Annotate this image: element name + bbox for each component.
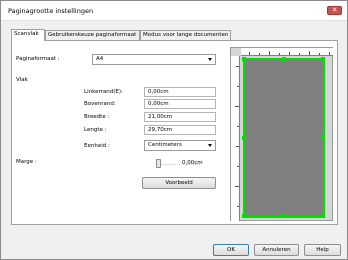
help-button[interactable]: Help [304, 244, 341, 256]
resize-handle[interactable] [282, 57, 286, 61]
resize-handle[interactable] [242, 136, 246, 140]
margin-label: Marge : [16, 159, 37, 165]
close-button[interactable]: ✕ [327, 6, 342, 15]
width-label: Breedte : [84, 114, 110, 120]
ok-button[interactable]: OK [213, 244, 249, 256]
resize-handle[interactable] [242, 57, 246, 61]
left-margin-field[interactable]: 0,00cm [144, 87, 216, 97]
tab-scan-area[interactable]: Scanvlak [11, 29, 45, 41]
area-group-label: Vlak [16, 77, 28, 83]
resize-handle[interactable] [242, 214, 246, 218]
length-field[interactable]: 29,70cm [144, 125, 216, 135]
scan-preview [230, 47, 333, 221]
margin-value: 0,00cm [182, 160, 203, 166]
top-margin-field[interactable]: 0,00cm [144, 99, 216, 109]
title-bar[interactable]: Paginagrootte instellingen ✕ [1, 1, 347, 21]
unit-select[interactable]: Centimeters [144, 140, 216, 151]
resize-handle[interactable] [321, 57, 325, 61]
tab-custom-paper-size[interactable]: Gebruikerskeuze paginaformaat [45, 30, 140, 40]
tab-long-document-mode[interactable]: Modus voor lange documenten [140, 30, 231, 40]
resize-handle[interactable] [321, 214, 325, 218]
length-label: Lengte : [84, 127, 107, 133]
dialog-title: Paginagrootte instellingen [8, 7, 94, 15]
left-margin-label: Linkerrand(E): [84, 89, 123, 95]
resize-handle[interactable] [321, 136, 325, 140]
close-icon: ✕ [331, 6, 338, 14]
chevron-down-icon [208, 58, 212, 61]
scan-area-panel: Paginaformaat : A4 Vlak Linkerrand(E): 0… [11, 40, 338, 225]
unit-label: Eenheid : [84, 143, 110, 149]
chevron-down-icon [208, 144, 212, 147]
margin-slider-handle[interactable] [156, 159, 161, 168]
horizontal-ruler [241, 48, 333, 56]
width-field[interactable]: 21,00cm [144, 112, 216, 122]
scan-area-frame[interactable] [242, 57, 325, 218]
resize-handle[interactable] [282, 214, 286, 218]
page-size-dialog: Paginagrootte instellingen ✕ Scanvlak Ge… [0, 0, 348, 260]
top-margin-label: Bovenrand: [84, 101, 116, 107]
cancel-button[interactable]: Annuleren [254, 244, 299, 256]
vertical-ruler [231, 56, 240, 221]
paper-size-select[interactable]: A4 [92, 54, 216, 65]
paper-size-label: Paginaformaat : [16, 56, 60, 62]
preview-button[interactable]: Voorbeeld [142, 177, 216, 189]
